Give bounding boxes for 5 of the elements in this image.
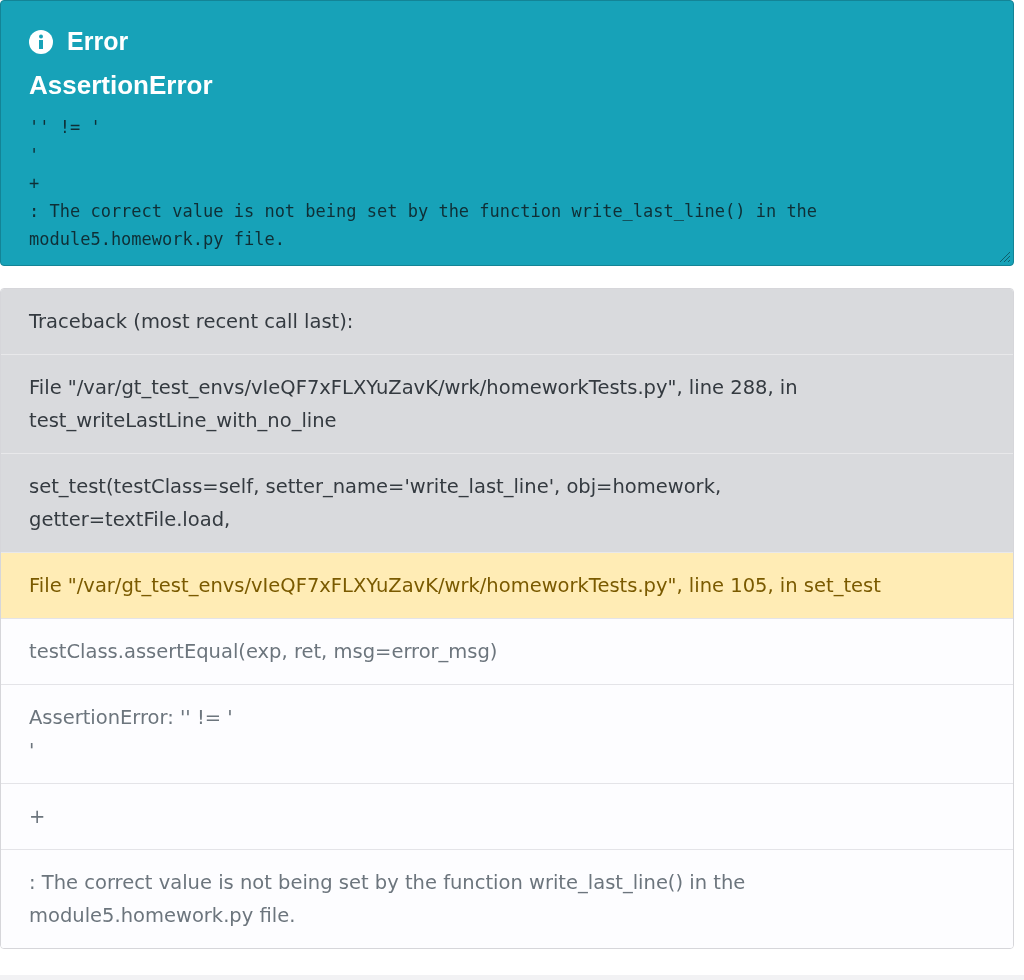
- alert-title: Error: [67, 27, 129, 56]
- resize-grip-icon[interactable]: [997, 249, 1011, 263]
- error-heading: AssertionError: [29, 70, 214, 101]
- info-icon: [29, 29, 53, 54]
- error-message: '' != ' ' + : The correct value is not being set by the function write_last_line() in the module5.homework.py file.: [29, 116, 819, 251]
